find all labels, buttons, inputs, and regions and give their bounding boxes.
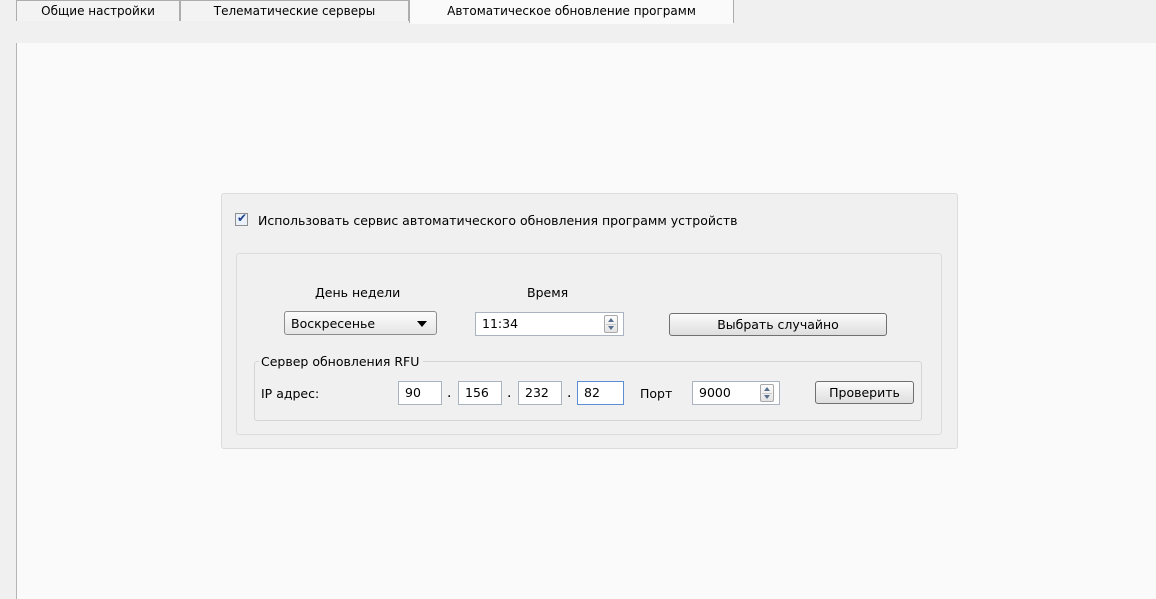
ip-octet-4-value: 82 [584, 385, 600, 400]
tab-label: Автоматическое обновление программ [447, 4, 696, 18]
ip-octet-2-field[interactable]: 156 [458, 381, 502, 405]
check-server-button[interactable]: Проверить [815, 381, 914, 404]
port-label: Порт [640, 386, 673, 401]
time-value: 11:34 [482, 316, 519, 331]
spinner-divider [762, 393, 772, 394]
time-field[interactable]: 11:34 [475, 312, 624, 336]
day-of-week-value: Воскресенье [291, 316, 376, 331]
ip-octet-1-field[interactable]: 90 [398, 381, 442, 405]
use-auto-update-label[interactable]: Использовать сервис автоматического обно… [258, 213, 738, 228]
ip-separator: . [447, 385, 452, 401]
port-value: 9000 [699, 385, 731, 400]
rfu-server-title: Сервер обновления RFU [259, 354, 424, 369]
ip-octet-3-value: 232 [525, 385, 549, 400]
ip-octet-3-field[interactable]: 232 [518, 381, 562, 405]
ip-address-label: IP адрес: [261, 386, 320, 401]
ip-octet-1-value: 90 [405, 385, 421, 400]
chevron-down-icon [417, 321, 427, 327]
use-auto-update-checkbox[interactable]: ✔ [235, 211, 248, 226]
check-server-label: Проверить [829, 385, 900, 400]
ip-octet-4-field[interactable]: 82 [577, 381, 624, 405]
checkmark-icon: ✔ [237, 211, 248, 225]
day-of-week-select[interactable]: Воскресенье [284, 311, 437, 335]
time-label: Время [527, 285, 569, 300]
port-spinner[interactable] [760, 384, 774, 402]
tab-label: Общие настройки [41, 4, 155, 18]
spinner-divider [606, 324, 616, 325]
tab-telematic-servers[interactable]: Телематические серверы [180, 0, 409, 21]
day-of-week-label: День недели [315, 285, 401, 300]
tab-label: Телематические серверы [213, 4, 376, 18]
ip-separator: . [567, 385, 572, 401]
spin-up-icon[interactable] [608, 318, 614, 322]
choose-random-button[interactable]: Выбрать случайно [669, 313, 887, 336]
time-spinner[interactable] [604, 315, 618, 333]
spin-down-icon[interactable] [764, 395, 770, 399]
ip-separator: . [507, 385, 512, 401]
spin-up-icon[interactable] [764, 387, 770, 391]
tab-bar [16, 21, 1156, 44]
tab-auto-update[interactable]: Автоматическое обновление программ [409, 0, 734, 24]
ip-octet-2-value: 156 [465, 385, 489, 400]
spin-down-icon[interactable] [608, 326, 614, 330]
choose-random-label: Выбрать случайно [717, 317, 839, 332]
tab-general-settings[interactable]: Общие настройки [16, 0, 180, 21]
